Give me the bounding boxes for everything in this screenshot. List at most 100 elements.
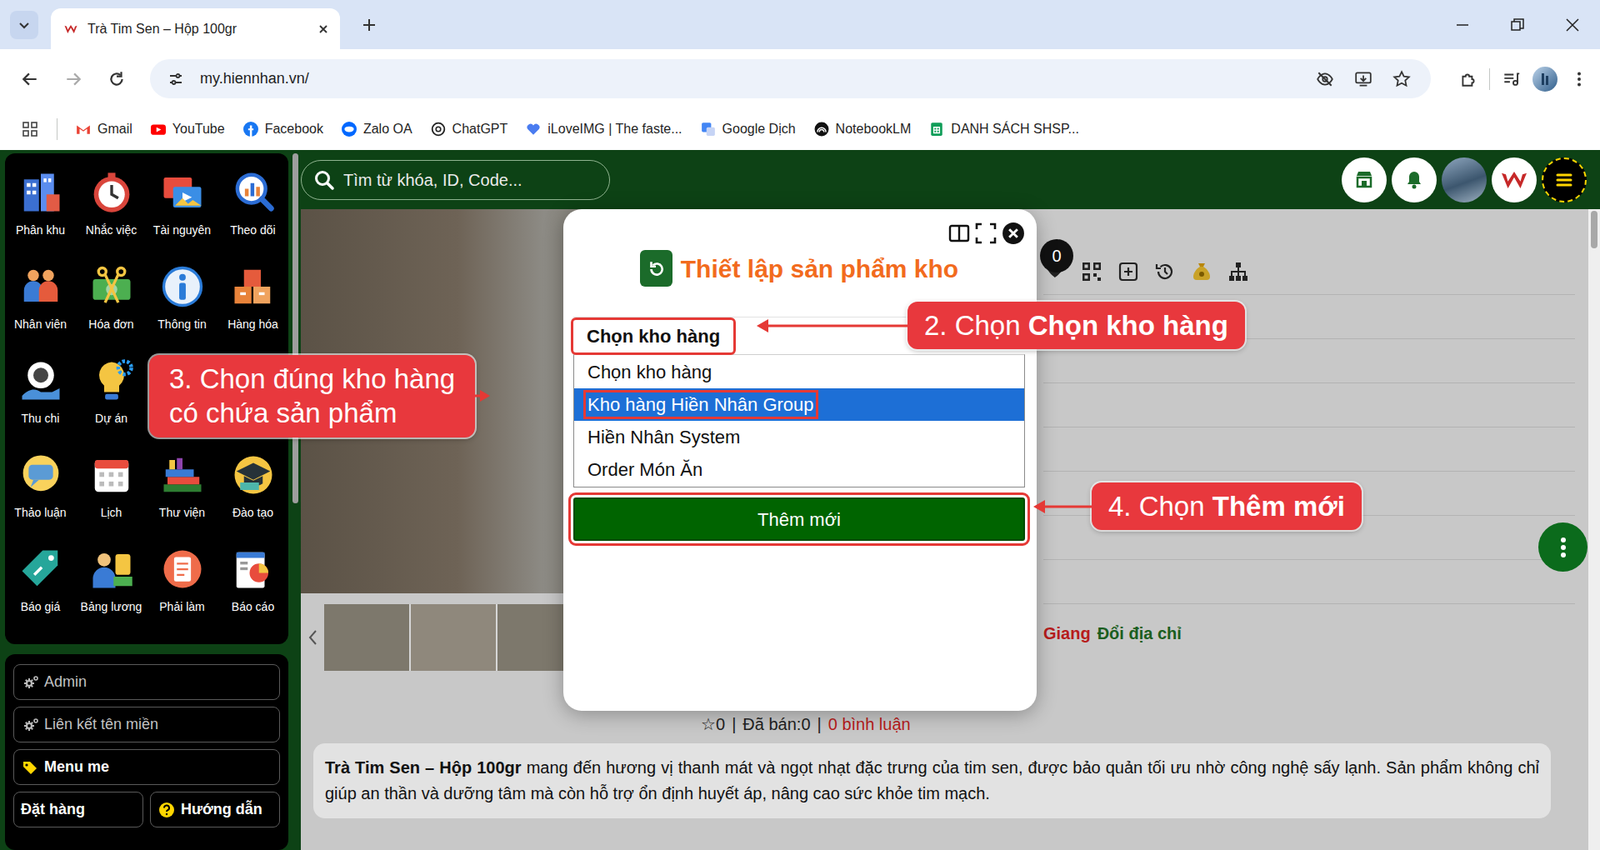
app-tile[interactable]: Thu chi — [5, 356, 76, 451]
app-tile[interactable]: Phải làm — [146, 545, 218, 640]
bookmark-label[interactable]: Facebook — [265, 119, 324, 140]
bookmark-label[interactable]: YouTube — [172, 119, 225, 140]
url-text[interactable]: my.hiennhan.vn/ — [200, 67, 1301, 90]
app-label[interactable]: Báo cáo — [231, 598, 275, 616]
back-arrow-icon[interactable] — [13, 62, 47, 96]
menu-label[interactable]: Hướng dẫn — [180, 798, 263, 821]
tab-list-icon[interactable] — [10, 10, 39, 40]
bookmark[interactable]: ChatGPT — [430, 119, 509, 140]
close-tab-icon[interactable] — [316, 22, 330, 36]
store-button[interactable] — [1341, 157, 1387, 203]
app-tile[interactable]: Hàng hóa — [217, 262, 289, 357]
app-label[interactable]: Hóa đơn — [88, 315, 134, 334]
new-tab-icon[interactable] — [355, 10, 384, 40]
app-tile[interactable]: Bảng lương — [75, 545, 147, 640]
menu-label[interactable]: Admin — [44, 670, 87, 694]
app-label[interactable]: Nhắc việc — [85, 221, 137, 240]
app-tile[interactable]: Lịch — [75, 450, 147, 545]
app-tile[interactable]: Dự án — [75, 356, 147, 451]
app-tile[interactable]: Báo giá — [5, 545, 76, 640]
bookmark-label[interactable]: iLoveIMG | The faste... — [547, 119, 682, 140]
brand-logo[interactable] — [1491, 157, 1537, 203]
app-label[interactable]: Nhân viên — [14, 315, 67, 334]
info-icon[interactable] — [158, 262, 207, 311]
close-window-icon[interactable] — [1545, 0, 1600, 50]
app-label[interactable]: Bảng lương — [80, 598, 143, 616]
option-label[interactable]: Kho hàng Hiền Nhân Group — [587, 394, 815, 415]
page-scrollbar[interactable] — [1588, 209, 1600, 850]
app-label[interactable]: Báo giá — [20, 598, 60, 616]
calendar-icon[interactable] — [87, 450, 136, 500]
app-label[interactable]: Phân khu — [15, 221, 65, 240]
app-label[interactable]: Lịch — [100, 504, 123, 522]
star-icon[interactable] — [1387, 65, 1416, 94]
app-tile[interactable]: Hóa đơn — [75, 262, 147, 357]
app-label[interactable]: Dự án — [95, 410, 128, 428]
menu-label[interactable]: Đặt hàng — [20, 798, 85, 821]
menu-item[interactable]: Liên kết tên miền — [13, 706, 280, 743]
thumbnail[interactable] — [324, 604, 411, 671]
menu-item[interactable]: Đặt hàng — [13, 791, 144, 828]
app-label[interactable]: Thông tin — [157, 315, 206, 334]
restore-icon[interactable] — [1490, 0, 1545, 50]
thumbnail[interactable] — [410, 604, 498, 671]
app-label[interactable]: Hàng hóa — [227, 315, 279, 334]
app-tile[interactable]: Thư viện — [146, 450, 218, 545]
browser-tab[interactable]: Trà Tim Sen – Hộp 100gr — [50, 8, 340, 50]
app-tile[interactable]: Theo dõi — [217, 168, 289, 263]
bookmark[interactable]: iLoveIMG | The faste... — [525, 119, 682, 140]
install-icon[interactable] — [1349, 65, 1378, 94]
menu-item[interactable]: Admin — [13, 664, 280, 700]
split-view-icon[interactable] — [948, 220, 970, 246]
bookmark-label[interactable]: ChatGPT — [452, 119, 509, 140]
bookmark-label[interactable]: Google Dịch — [722, 119, 796, 140]
warehouse-option[interactable]: Chọn kho hàng — [574, 355, 1025, 389]
chevron-left-icon[interactable] — [300, 620, 325, 655]
checklist-icon[interactable] — [158, 545, 207, 594]
close-icon[interactable] — [1001, 220, 1025, 246]
option-label[interactable]: Order Món Ăn — [587, 459, 703, 480]
select-value[interactable]: Chọn kho hàng — [573, 320, 734, 353]
app-tile[interactable]: Phân khu — [5, 168, 76, 263]
add-new-button[interactable]: Thêm mới — [573, 497, 1025, 541]
app-label[interactable]: Đào tạo — [232, 504, 274, 522]
warehouse-option[interactable]: Order Món Ăn — [574, 453, 1025, 486]
menu-label[interactable]: Liên kết tên miền — [44, 713, 159, 736]
puzzle-icon[interactable] — [1459, 70, 1478, 89]
app-tile[interactable]: Thông tin — [146, 262, 218, 357]
bookmark-label[interactable]: NotebookLM — [835, 119, 912, 140]
bookmark[interactable]: DANH SÁCH SHSP... — [929, 119, 1080, 140]
main-menu-button[interactable] — [1541, 157, 1587, 203]
warehouse-option[interactable]: Hiền Nhân System — [574, 420, 1025, 454]
money-bag-icon[interactable] — [1190, 260, 1214, 284]
history-icon[interactable] — [1153, 260, 1177, 284]
media-library-icon[interactable] — [158, 168, 207, 217]
people-icon[interactable] — [16, 262, 65, 311]
app-label[interactable]: Theo dõi — [230, 221, 275, 240]
money-scissors-icon[interactable] — [87, 262, 136, 311]
bookmark[interactable]: Gmail — [75, 119, 133, 140]
favorite-button[interactable]: 0 — [1043, 257, 1067, 286]
app-label[interactable]: Thu chi — [21, 410, 60, 428]
app-tile[interactable]: Thảo luận — [5, 450, 76, 545]
kebab-menu-icon[interactable] — [1570, 70, 1589, 89]
scroll-thumb[interactable] — [1590, 210, 1598, 249]
bookmark[interactable]: NotebookLM — [814, 119, 912, 140]
url-bar[interactable]: my.hiennhan.vn/ — [150, 59, 1431, 99]
payroll-icon[interactable] — [87, 545, 136, 594]
app-tile[interactable]: Tài nguyên — [146, 168, 218, 263]
option-label[interactable]: Chọn kho hàng — [587, 361, 712, 383]
bookmark-label[interactable]: DANH SÁCH SHSP... — [950, 119, 1080, 140]
app-tile[interactable]: Báo cáo — [217, 545, 289, 640]
change-address-link[interactable]: Đổi địa chỉ — [1097, 624, 1182, 643]
profile-avatar-icon[interactable] — [1531, 65, 1559, 93]
qr-code-icon[interactable] — [1080, 260, 1104, 284]
more-button[interactable] — [1538, 522, 1588, 572]
menu-item[interactable]: Hướng dẫn — [150, 791, 280, 828]
bookmark[interactable]: Zalo OA — [341, 119, 413, 140]
bookmark[interactable]: YouTube — [150, 119, 225, 140]
app-label[interactable]: Phải làm — [159, 598, 205, 616]
app-tile[interactable]: Đào tạo — [217, 450, 289, 545]
option-label[interactable]: Hiền Nhân System — [587, 426, 740, 448]
user-avatar[interactable] — [1441, 157, 1487, 203]
